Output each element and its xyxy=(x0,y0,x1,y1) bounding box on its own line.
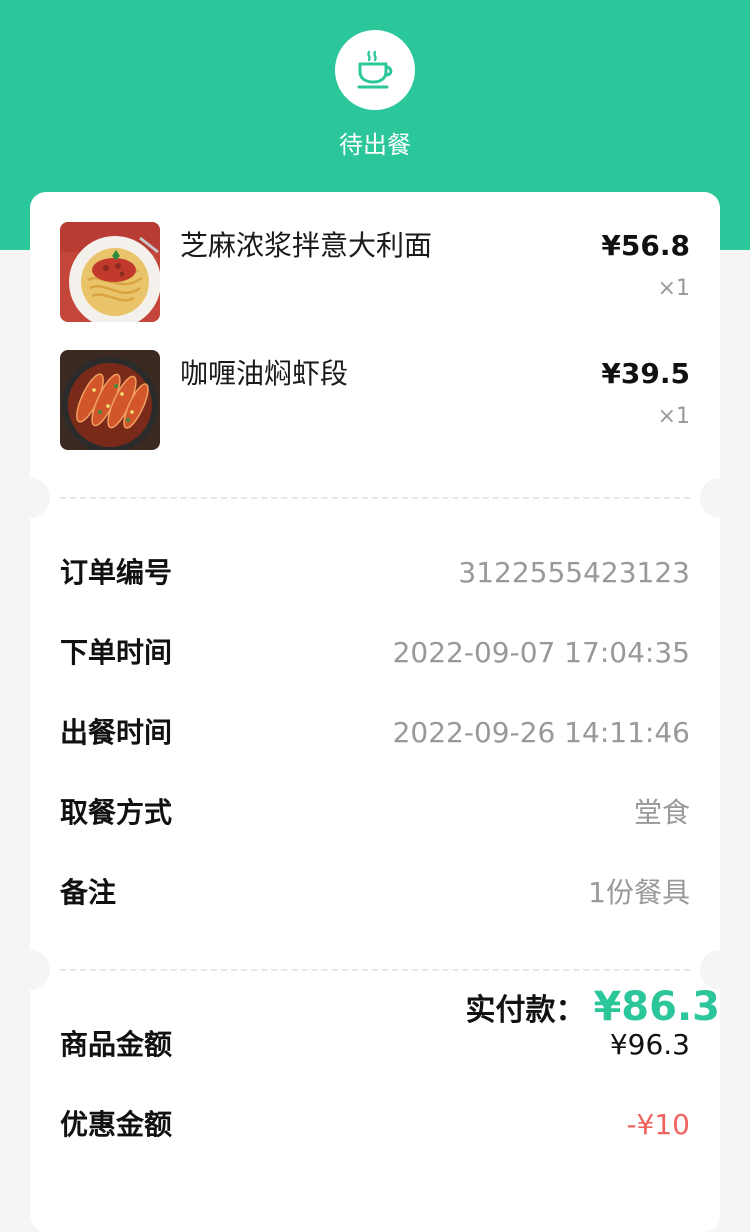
order-item[interactable]: 咖喱油焖虾段 ¥39.5 ×1 xyxy=(60,350,690,450)
info-row-serve-time: 出餐时间 2022-09-26 14:11:46 xyxy=(60,713,690,753)
order-number-value: 3122555423123 xyxy=(458,556,690,589)
dashed-divider xyxy=(60,969,690,971)
ticket-notch xyxy=(10,950,50,990)
pasta-image xyxy=(60,222,160,322)
info-row-order-number: 订单编号 3122555423123 xyxy=(60,553,690,593)
item-name: 咖喱油焖虾段 xyxy=(180,357,349,390)
discount-value: -¥10 xyxy=(626,1108,690,1141)
status-badge xyxy=(335,30,415,110)
total-paid: 实付款： ¥86.3 xyxy=(465,984,720,1030)
discount-label: 优惠金额 xyxy=(60,1108,173,1141)
ticket-notch xyxy=(700,478,740,518)
order-number-label: 订单编号 xyxy=(60,556,173,589)
coffee-cup-icon xyxy=(357,50,393,89)
remark-label: 备注 xyxy=(60,876,117,909)
serve-time-label: 出餐时间 xyxy=(60,716,173,749)
order-time-value: 2022-09-07 17:04:35 xyxy=(392,636,690,669)
item-price: ¥39.5 xyxy=(601,357,690,390)
order-time-label: 下单时间 xyxy=(60,636,173,669)
total-paid-label: 实付款： xyxy=(465,993,586,1028)
order-item[interactable]: 芝麻浓浆拌意大利面 ¥56.8 ×1 xyxy=(60,222,690,322)
order-status: 待出餐 xyxy=(339,131,411,159)
total-paid-value: ¥86.3 xyxy=(593,984,720,1030)
pickup-method-value: 堂食 xyxy=(633,796,690,829)
shrimp-image xyxy=(60,350,160,450)
summary-row-discount: 优惠金额 -¥10 xyxy=(60,1105,690,1145)
goods-amount-value: ¥96.3 xyxy=(609,1028,690,1061)
goods-amount-label: 商品金额 xyxy=(60,1028,173,1061)
ticket-notch xyxy=(10,478,50,518)
dashed-divider xyxy=(60,497,690,499)
summary-row-goods-amount: 商品金额 ¥96.3 xyxy=(60,1025,690,1065)
pickup-method-label: 取餐方式 xyxy=(60,796,173,829)
item-price: ¥56.8 xyxy=(601,229,690,262)
item-quantity: ×1 xyxy=(657,276,690,301)
remark-value: 1份餐具 xyxy=(588,876,690,909)
info-row-order-time: 下单时间 2022-09-07 17:04:35 xyxy=(60,633,690,673)
serve-time-value: 2022-09-26 14:11:46 xyxy=(392,716,690,749)
info-row-pickup-method: 取餐方式 堂食 xyxy=(60,793,690,833)
item-name: 芝麻浓浆拌意大利面 xyxy=(180,229,433,262)
order-card: 芝麻浓浆拌意大利面 ¥56.8 ×1 咖喱油焖虾段 ¥39.5 ×1 订单编号 … xyxy=(10,192,740,1232)
item-quantity: ×1 xyxy=(657,404,690,429)
info-row-remark: 备注 1份餐具 xyxy=(60,873,690,913)
